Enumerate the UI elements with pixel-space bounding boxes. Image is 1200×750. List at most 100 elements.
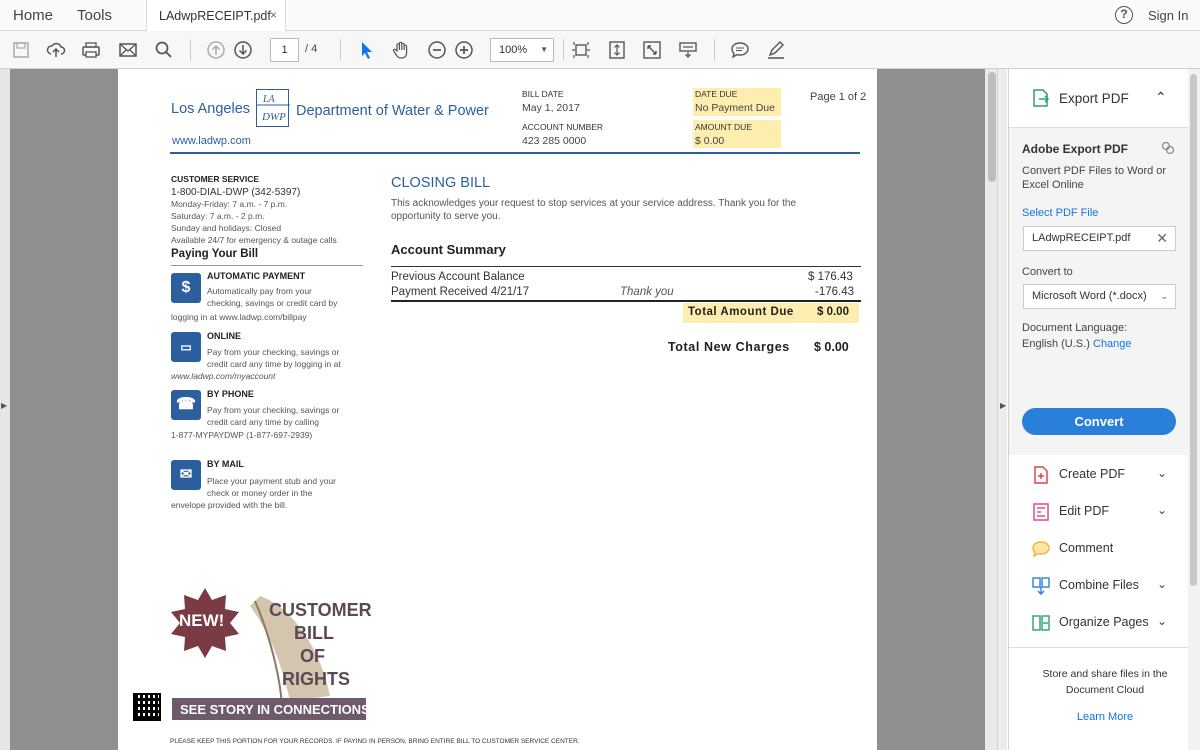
by-mail-line2: check or money order in the (207, 488, 313, 498)
sign-icon[interactable] (766, 40, 786, 60)
phone-payment-icon: ☎ (171, 390, 201, 420)
adobe-export-description: Convert PDF Files to Word or Excel Onlin… (1022, 165, 1167, 191)
help-icon[interactable]: ? (1115, 6, 1133, 24)
document-tab[interactable]: LAdwpRECEIPT.pdf × (146, 0, 286, 31)
link-icon[interactable] (1161, 141, 1175, 155)
close-tab-icon[interactable]: × (270, 8, 277, 22)
svg-text:LA: LA (262, 94, 276, 105)
tool-comment[interactable]: Comment (1009, 531, 1189, 568)
organize-pages-icon (1032, 615, 1050, 631)
chevron-up-icon[interactable]: ⌃ (1155, 89, 1167, 106)
change-language-link[interactable]: Change (1093, 338, 1132, 350)
export-pdf-label: Export PDF (1059, 91, 1129, 106)
badge-line-4: RIGHTS (282, 669, 351, 689)
hand-tool-icon[interactable] (391, 40, 411, 60)
tool-edit-pdf[interactable]: Edit PDF ⌄ (1009, 494, 1189, 531)
toolbar-divider (714, 39, 715, 61)
zoom-level-select[interactable]: 100% ▼ (490, 38, 554, 62)
toolbar-divider (190, 39, 191, 61)
online-title: ONLINE (207, 331, 242, 341)
chevron-down-icon[interactable]: ⌄ (1157, 577, 1167, 591)
org-name-left: Los Angeles (171, 101, 251, 117)
page-number-input[interactable]: 1 (270, 38, 299, 62)
selected-file-field[interactable]: LAdwpRECEIPT.pdf ✕ (1023, 226, 1176, 251)
page-total-label: / 4 (305, 43, 318, 55)
total-new-charges-value: $ 0.00 (814, 340, 849, 354)
tool-combine-files[interactable]: Combine Files ⌄ (1009, 568, 1189, 605)
convert-to-value: Microsoft Word (*.docx) (1032, 290, 1147, 302)
toolbar-divider (563, 39, 564, 61)
right-panel-toggle[interactable]: ▶ (997, 69, 1007, 750)
learn-more-link[interactable]: Learn More (1029, 711, 1181, 723)
customer-service-title: CUSTOMER SERVICE (171, 174, 260, 184)
document-tab-title: LAdwpRECEIPT.pdf (159, 9, 271, 23)
full-screen-icon[interactable] (642, 40, 662, 60)
search-icon[interactable] (154, 40, 174, 60)
by-phone-title: BY PHONE (207, 389, 254, 399)
convert-to-label: Convert to (1022, 266, 1073, 278)
payment-received-label: Payment Received 4/21/17 (391, 286, 530, 298)
customer-service-block: CUSTOMER SERVICE 1-800-DIAL-DWP (342-539… (171, 174, 337, 246)
hours-saturday: Saturday: 7 a.m. - 2 p.m. (171, 211, 265, 221)
badge-new: NEW! (179, 611, 225, 630)
amount-due-value: $ 0.00 (695, 135, 725, 147)
export-pdf-header[interactable]: Export PDF ⌃ (1009, 69, 1189, 128)
paying-rule (171, 265, 363, 266)
account-summary-title: Account Summary (391, 242, 506, 257)
document-cloud-text: Store and share files in the Document Cl… (1042, 668, 1168, 696)
hours-weekday: Monday-Friday: 7 a.m. - 7 p.m. (171, 199, 288, 209)
print-icon[interactable] (81, 40, 101, 60)
by-mail-line1: Place your payment stub and your (207, 476, 336, 486)
comment-icon[interactable] (730, 40, 750, 60)
menu-tools[interactable]: Tools (77, 7, 112, 24)
hours-sunday: Sunday and holidays: Closed (171, 223, 282, 233)
right-tools-panel: Export PDF ⌃ Adobe Export PDF Convert PD… (1008, 69, 1200, 750)
scroll-mode-icon[interactable] (607, 40, 627, 60)
convert-button[interactable]: Convert (1022, 408, 1176, 435)
page-up-icon[interactable] (206, 40, 226, 60)
document-language-label: Document Language: (1022, 322, 1128, 334)
left-panel-toggle[interactable]: ▶ (0, 69, 10, 750)
upload-icon[interactable] (46, 40, 66, 60)
tool-organize-pages[interactable]: Organize Pages ⌄ (1009, 605, 1189, 642)
adobe-export-section: Adobe Export PDF Convert PDF Files to Wo… (1009, 128, 1189, 455)
chevron-down-icon[interactable]: ⌄ (1157, 614, 1167, 628)
page-down-icon[interactable] (233, 40, 253, 60)
chevron-down-icon: ▼ (540, 45, 548, 54)
select-arrow-icon[interactable] (357, 40, 377, 60)
menu-home[interactable]: Home (13, 7, 53, 24)
convert-to-select[interactable]: Microsoft Word (*.docx) ⌄ (1023, 284, 1176, 309)
tool-combine-files-label: Combine Files (1059, 578, 1139, 592)
svg-text:DWP: DWP (261, 111, 286, 123)
document-scrollbar-thumb[interactable] (988, 72, 996, 182)
by-phone-line1: Pay from your checking, savings or (207, 405, 340, 415)
footer-note: PLEASE KEEP THIS PORTION FOR YOUR RECORD… (170, 738, 580, 745)
clear-file-icon[interactable]: ✕ (1156, 227, 1168, 250)
select-pdf-file-link[interactable]: Select PDF File (1022, 207, 1098, 219)
tool-create-pdf[interactable]: Create PDF ⌄ (1009, 457, 1189, 494)
badge-banner: SEE STORY IN CONNECTIONS (180, 702, 370, 717)
email-icon[interactable] (118, 40, 138, 60)
paying-your-bill-title: Paying Your Bill (171, 248, 259, 260)
closing-bill-text-1: This acknowledges your request to stop s… (391, 198, 797, 209)
bill-date-label: BILL DATE (522, 89, 564, 99)
zoom-in-icon[interactable] (454, 40, 474, 60)
chevron-down-icon[interactable]: ⌄ (1157, 466, 1167, 480)
summary-rule-top (391, 266, 861, 267)
sign-in-link[interactable]: Sign In (1148, 8, 1188, 23)
tool-organize-pages-label: Organize Pages (1059, 615, 1149, 629)
right-panel-scrollbar-thumb[interactable] (1190, 74, 1197, 586)
fit-page-icon[interactable] (571, 40, 591, 60)
document-viewport[interactable]: ▶ Los Angeles LA DWP Department of Water … (0, 69, 1000, 750)
combine-files-icon (1032, 577, 1050, 595)
page-of-label: Page 1 of 2 (810, 91, 867, 103)
chevron-down-icon[interactable]: ⌄ (1157, 503, 1167, 517)
read-mode-icon[interactable] (678, 40, 698, 60)
website-link: www.ladwp.com (172, 135, 251, 147)
right-panel-scrollbar[interactable] (1188, 69, 1200, 750)
zoom-out-icon[interactable] (427, 40, 447, 60)
document-language-value: English (U.S.) (1022, 338, 1090, 350)
by-mail-line3: envelope provided with the bill. (171, 500, 288, 510)
save-icon[interactable] (11, 40, 31, 60)
total-new-charges-label: Total New Charges (668, 340, 790, 354)
